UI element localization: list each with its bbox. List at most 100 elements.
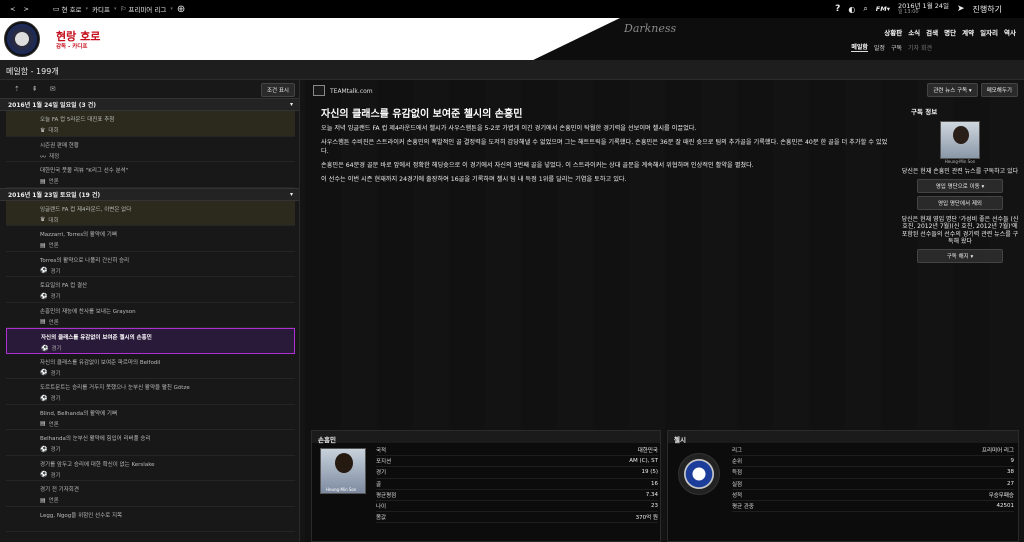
stat-label: 나이 xyxy=(376,504,387,511)
message-item[interactable]: 경기를 앞두고 승리에 대한 확신이 없는 Kerslake ⚽ 경기 xyxy=(6,456,295,481)
collapse-icon[interactable]: ▾ xyxy=(290,101,293,108)
message-item[interactable]: 토요일의 FA 컵 결산 ⚽ 경기 xyxy=(6,277,295,303)
stat-value: 프리미어 리그 xyxy=(981,448,1014,455)
nav-jobs[interactable]: 일자리 xyxy=(980,27,998,37)
message-subject: 도르트문트는 승리를 거두지 못했으나 눈부신 활약을 펼친 Götze xyxy=(40,385,190,391)
stat-row: 성적 무승무패승 xyxy=(732,490,1014,501)
message-view: TEAMtalk.com 관련 뉴스 구독 ▾ 메모해두기 자신의 클래스를 유… xyxy=(305,80,1024,542)
message-item[interactable]: Blind, Belhanda의 활약에 기뻐 ▤ 언론 xyxy=(6,405,295,430)
stat-label: 실점 xyxy=(732,481,743,488)
inbox-group-header[interactable]: 2016년 1월 24일 일요일 (3 건) ▾ xyxy=(0,98,299,111)
message-category: ⚽ 경기 xyxy=(40,394,295,403)
message-item[interactable]: 경기 전 기자회견 ▤ 언론 xyxy=(6,481,295,507)
article-paragraph: 사우스햄튼 수비진은 스트라이커 손흥민의 폭발적인 골 결정력을 도저히 감당… xyxy=(321,138,888,155)
nav-history[interactable]: 역사 xyxy=(1004,27,1016,37)
stat-row: 국적 대한민국 xyxy=(376,445,658,457)
stat-value: 대한민국 xyxy=(637,448,658,455)
message-item[interactable]: 대한민국 풋볼 리뷰 "K리그 선수 분석" ▤ 언론 xyxy=(6,162,295,188)
remove-shortlist-button[interactable]: 영입 명단에서 제외 xyxy=(917,195,1003,210)
move-top-icon[interactable]: ⇞ xyxy=(32,85,38,93)
player-photo[interactable] xyxy=(940,121,980,159)
skin-name: Darkness xyxy=(624,22,677,35)
message-item[interactable]: 시즌권 판매 현황 〰 재정 xyxy=(6,137,295,162)
help-button[interactable]: ? xyxy=(831,4,844,14)
nav-news[interactable]: 소식 xyxy=(908,27,920,37)
fm-menu-button[interactable]: FM▾ xyxy=(872,5,894,13)
message-category: ▤ 언론 xyxy=(40,177,295,186)
page-header: 메일함 - 199개 xyxy=(0,60,1024,80)
unsubscribe-button[interactable]: 구독 해지 ▾ xyxy=(917,248,1003,263)
stat-label: 경기 xyxy=(376,470,387,477)
filter-button[interactable]: 조건 표시 xyxy=(261,83,295,97)
stat-value: 370억 원 xyxy=(635,515,658,522)
message-subject: 잉글랜드 FA 컵 제4라운드, 이변은 없다 xyxy=(40,206,132,213)
home-button[interactable]: ▭ 현 호로 xyxy=(49,4,86,14)
club-header: 현랑 호로 감독 - 카디프 Darkness 상황판 소식 검색 명단 계약 … xyxy=(0,18,1024,60)
collapse-icon[interactable]: ▾ xyxy=(290,191,293,198)
message-category: ⚽ 경기 xyxy=(40,471,295,479)
message-item[interactable]: 오늘 FA 컵 5라운드 대진표 추첨 ♛ 대회 xyxy=(6,111,295,137)
club-button[interactable]: 카디프 xyxy=(88,4,114,14)
tab-press-conference[interactable]: 기자 회견 xyxy=(908,43,932,52)
message-item[interactable]: 자신의 클래스를 유감없이 보여준 첼시의 손흥민 ⚽ 경기 xyxy=(6,328,295,354)
inbox-list: ⇡ ⇞ ✉ 조건 표시 2016년 1월 24일 일요일 (3 건) ▾ 오늘 FA… xyxy=(0,80,300,542)
message-category-label: 경기 xyxy=(50,396,61,402)
league-button[interactable]: ⚐ 프리미어 리그 xyxy=(117,4,171,14)
stat-label: 골 xyxy=(376,481,382,488)
player-panel-title: 손흥민 xyxy=(312,431,660,444)
message-item[interactable]: Belhanda의 눈부신 활약에 힘입어 리버풀 승리 ⚽ 경기 xyxy=(6,430,295,456)
tab-inbox[interactable]: 메일함 xyxy=(851,42,868,52)
message-item[interactable]: 손흥민의 재능에 찬사를 보내는 Grayson ▤ 언론 xyxy=(6,303,295,328)
message-subject: 경기 전 기자회견 xyxy=(40,487,79,493)
mail-icon[interactable]: ✉ xyxy=(50,85,56,93)
nav-search[interactable]: 검색 xyxy=(926,27,938,37)
go-shortlist-button[interactable]: 영입 명단으로 이동 ▾ xyxy=(917,178,1003,193)
message-item[interactable]: 도르트문트는 승리를 거두지 못했으나 눈부신 활약을 펼친 Götze ⚽ 경기 xyxy=(6,379,295,405)
back-button[interactable]: < xyxy=(0,5,19,13)
message-item[interactable]: 잉글랜드 FA 컵 제4라운드, 이변은 없다 ♛ 대회 xyxy=(6,200,295,226)
league-label: 프리미어 리그 xyxy=(128,6,167,14)
stat-label: 평균 관중 xyxy=(732,504,754,511)
message-item[interactable]: 자신의 클래스를 유감없이 보여준 파르마의 Belfodil ⚽ 경기 xyxy=(6,354,295,379)
nav-squad[interactable]: 명단 xyxy=(944,27,956,37)
club-badge[interactable] xyxy=(678,453,720,495)
news-source-icon xyxy=(313,85,325,96)
message-category: ♛ 대회 xyxy=(40,216,295,224)
continue-icon[interactable]: ➤ xyxy=(953,4,969,14)
message-category: ⚽ 경기 xyxy=(40,267,295,275)
main-nav: 상황판 소식 검색 명단 계약 일자리 역사 xyxy=(884,27,1016,37)
message-category: ▤ 언론 xyxy=(40,241,295,250)
stat-label: 몸값 xyxy=(376,515,387,522)
message-item[interactable]: Mazzarri, Torres의 활약에 기뻐 ▤ 언론 xyxy=(6,226,295,252)
shortlist-text: 당신은 현재 영입 명단 '가성비 좋은 선수들 (신 호진, 2012년 7월… xyxy=(901,215,1019,246)
ball-icon: ⚽ xyxy=(40,394,48,402)
nav-dashboard[interactable]: 상황판 xyxy=(884,27,902,37)
move-up-icon[interactable]: ⇡ xyxy=(14,85,20,93)
sub-nav: 메일함 일정 구독 기자 회견 xyxy=(851,42,932,52)
stat-row: 평균평점 7.34 xyxy=(376,490,658,501)
globe-icon[interactable]: ◐ xyxy=(844,5,859,14)
search-icon[interactable]: ⌕ xyxy=(859,4,871,14)
trophy-icon: ♛ xyxy=(40,126,46,134)
club-logo[interactable] xyxy=(4,21,40,57)
stat-value: 23 xyxy=(651,503,658,510)
tab-subscriptions[interactable]: 구독 xyxy=(891,43,902,52)
message-category: ▤ 언론 xyxy=(40,496,295,505)
message-item[interactable]: Torres의 활약으로 나폴리 간신히 승리 ⚽ 경기 xyxy=(6,252,295,277)
stat-row: 몸값 370억 원 xyxy=(376,512,658,524)
memo-button[interactable]: 메모해두기 xyxy=(980,83,1018,97)
message-category-label: 경기 xyxy=(50,472,61,479)
message-category: ♛ 대회 xyxy=(40,126,295,135)
nav-contracts[interactable]: 계약 xyxy=(962,27,974,37)
message-item[interactable]: Legg, Ngog을 위험인 선수로 지목 xyxy=(6,507,295,532)
message-category: ⚽ 경기 xyxy=(40,369,295,377)
forward-button[interactable]: > xyxy=(19,5,32,13)
continue-button[interactable]: 진행하기 xyxy=(969,4,1024,15)
stat-row: 순위 9 xyxy=(732,456,1014,468)
player-panel: 손흥민 Heung-Min Son 국적 대한민국 포지션 AM (C), ST 경기 1… xyxy=(311,430,661,542)
related-news-button[interactable]: 관련 뉴스 구독 ▾ xyxy=(927,83,978,97)
tab-schedule[interactable]: 일정 xyxy=(874,43,885,52)
settings-button[interactable]: ⊕ xyxy=(173,4,189,15)
inbox-group-header[interactable]: 2016년 1월 23일 토요일 (19 건) ▾ xyxy=(0,187,299,201)
message-category: ⚽ 경기 xyxy=(40,292,295,301)
